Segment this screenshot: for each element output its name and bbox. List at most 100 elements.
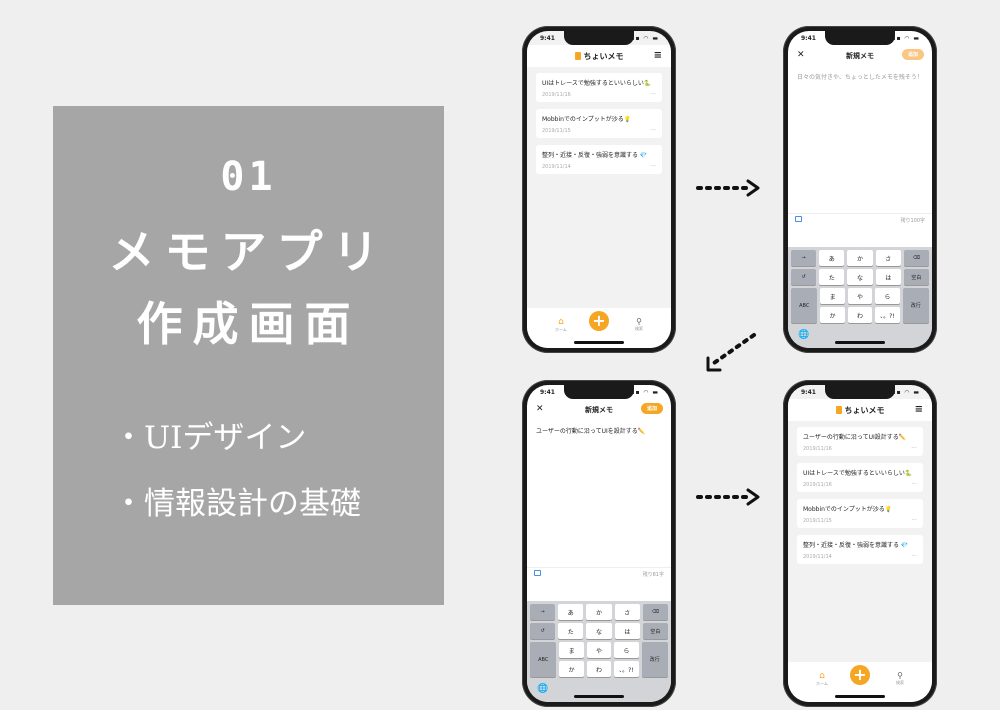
return-key[interactable]: 改行 (641, 642, 669, 677)
panel-title-line2: 作成画面 (136, 297, 361, 351)
app-title: ちょいメモ (583, 51, 624, 61)
image-icon[interactable] (795, 216, 802, 222)
key[interactable]: わ (586, 661, 612, 677)
editor-title: 新規メモ (846, 52, 874, 60)
backspace-key[interactable]: ⌫ (642, 604, 669, 620)
key[interactable]: た (819, 269, 845, 285)
memo-card[interactable]: Mobbinでのインプットが沙る💡 2019/11/15 ··· (797, 499, 923, 528)
keyboard: → あかさ ⌫ ↺ たなは空白 ABC まやら かわ、。?! 改行 🌐 (527, 601, 671, 702)
phone-new-memo-typed: 9:41 ▪▪ ◠ ▬ ✕ 新規メモ 追加 ユーザーの行動に沿ってUIを設計する✏… (522, 380, 676, 707)
tab-search[interactable]: ⚲ 検索 (635, 317, 643, 332)
more-icon[interactable]: ··· (911, 445, 917, 452)
key[interactable]: た (558, 623, 584, 639)
search-icon: ⚲ (636, 317, 642, 326)
key[interactable]: は (614, 623, 640, 639)
home-indicator (835, 695, 885, 698)
memo-input[interactable]: ユーザーの行動に沿ってUIを設計する✏️ (536, 427, 662, 436)
image-icon[interactable] (534, 570, 541, 576)
title-panel: 01 メモアプリ 作成画面 ・UIデザイン ・情報設計の基礎 (53, 106, 444, 605)
key[interactable]: か (586, 604, 612, 620)
memo-card[interactable]: 整列・近接・反復・強弱を意識する 💎 2019/11/14 ··· (536, 145, 662, 174)
key[interactable]: → (791, 250, 817, 266)
key[interactable]: ま (559, 642, 584, 658)
memo-logo-icon (835, 406, 842, 414)
key[interactable]: な (586, 623, 612, 639)
home-icon: ⌂ (819, 671, 825, 681)
memo-card[interactable]: UIはトレースで勉強するといいらしい🐍 2019/11/16 ··· (536, 73, 662, 102)
key[interactable]: ↺ (791, 269, 817, 285)
search-icon: ⚲ (897, 671, 903, 680)
key[interactable]: わ (847, 307, 873, 323)
key[interactable]: あ (558, 604, 584, 620)
char-count: 残り100字 (900, 218, 925, 224)
memo-logo-icon (574, 52, 581, 60)
notch (825, 31, 895, 45)
add-memo-button[interactable]: + (850, 665, 870, 685)
key[interactable]: さ (875, 250, 901, 266)
more-icon[interactable]: ··· (650, 127, 656, 134)
hamburger-menu-icon[interactable]: ≡ (654, 50, 662, 61)
char-count: 残り81字 (642, 572, 664, 578)
notch (564, 385, 634, 399)
add-button[interactable]: 追加 (901, 49, 924, 60)
home-indicator (835, 341, 885, 344)
add-memo-button[interactable]: + (589, 311, 609, 331)
key[interactable]: あ (819, 250, 845, 266)
space-key[interactable]: 空白 (642, 623, 669, 639)
globe-icon[interactable]: 🌐 (537, 684, 548, 694)
key[interactable]: は (875, 269, 901, 285)
memo-card[interactable]: Mobbinでのインプットが沙る💡 2019/11/15 ··· (536, 109, 662, 138)
more-icon[interactable]: ··· (911, 553, 917, 560)
key[interactable]: や (847, 288, 873, 304)
bullet-info-architecture: ・情報設計の基礎 (113, 486, 361, 522)
home-indicator (574, 695, 624, 698)
close-icon[interactable]: ✕ (797, 50, 805, 60)
memo-card[interactable]: ユーザーの行動に沿ってUI設計する✏️ 2019/11/16 ··· (797, 427, 923, 456)
key[interactable]: や (586, 642, 612, 658)
key[interactable]: ま (820, 288, 845, 304)
memo-input[interactable]: 日々の気付きや、ちょっとしたメモを残そう！ (797, 73, 923, 82)
key[interactable]: ら (614, 642, 639, 658)
key[interactable]: ら (875, 288, 900, 304)
key[interactable]: か (847, 250, 873, 266)
more-icon[interactable]: ··· (911, 481, 917, 488)
key[interactable]: → (530, 604, 556, 620)
bullet-ui-design: ・UIデザイン (113, 420, 307, 456)
memo-card[interactable]: 整列・近接・反復・強弱を意識する 💎 2019/11/14 ··· (797, 535, 923, 564)
key[interactable]: さ (614, 604, 640, 620)
editor-title: 新規メモ (585, 406, 613, 414)
tab-home[interactable]: ⌂ ホーム (816, 671, 828, 687)
keyboard: → あかさ ⌫ ↺ たなは空白 ABC まやら かわ、。?! 改行 🌐 (788, 247, 932, 348)
editor-toolbar: 残り81字 (527, 567, 671, 579)
more-icon[interactable]: ··· (650, 91, 656, 98)
more-icon[interactable]: ··· (911, 517, 917, 524)
key[interactable]: 、。?! (875, 307, 900, 323)
tab-search[interactable]: ⚲ 検索 (896, 671, 904, 686)
abc-key[interactable]: ABC (791, 288, 818, 323)
add-button[interactable]: 追加 (640, 403, 663, 414)
return-key[interactable]: 改行 (902, 288, 930, 323)
backspace-key[interactable]: ⌫ (903, 250, 930, 266)
key[interactable]: 、。?! (614, 661, 639, 677)
phone-new-memo-empty: 9:41 ▪▪ ◠ ▬ ✕ 新規メモ 追加 日々の気付きや、ちょっとしたメモを残そ… (783, 26, 937, 353)
memo-card[interactable]: UIはトレースで勉強するといいらしい🐍 2019/11/16 ··· (797, 463, 923, 492)
globe-icon[interactable]: 🌐 (798, 330, 809, 340)
app-header: ちょいメモ ≡ (527, 45, 671, 67)
notch (564, 31, 634, 45)
space-key[interactable]: 空白 (903, 269, 930, 285)
abc-key[interactable]: ABC (530, 642, 557, 677)
key[interactable]: な (847, 269, 873, 285)
tab-home[interactable]: ⌂ ホーム (555, 317, 567, 333)
key[interactable]: ↺ (530, 623, 556, 639)
flow-arrow-right-icon (696, 179, 760, 197)
hamburger-menu-icon[interactable]: ≡ (915, 404, 923, 415)
close-icon[interactable]: ✕ (536, 404, 544, 414)
more-icon[interactable]: ··· (650, 163, 656, 170)
app-header: ちょいメモ ≡ (788, 399, 932, 421)
section-number: 01 (220, 154, 277, 200)
phone-list-initial: 9:41 ▪▪ ◠ ▬ ちょいメモ ≡ UIはトレースで勉強するといいらしい🐍 20… (522, 26, 676, 353)
key[interactable]: か (559, 661, 584, 677)
home-icon: ⌂ (558, 317, 564, 327)
flow-arrow-down-left-icon (706, 333, 756, 372)
key[interactable]: か (820, 307, 845, 323)
